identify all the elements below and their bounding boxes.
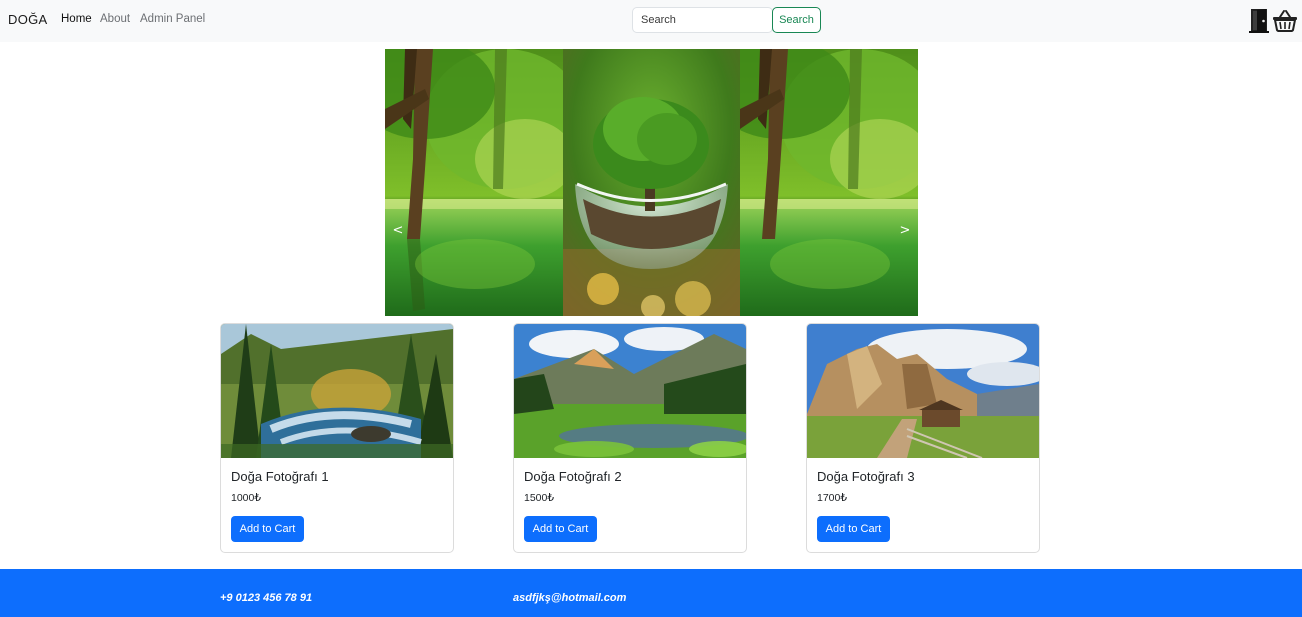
brand-logo[interactable]: DOĞA <box>8 12 47 27</box>
add-to-cart-button[interactable]: Add to Cart <box>231 516 304 542</box>
image-carousel: < > <box>385 49 918 316</box>
product-title: Doğa Fotoğrafı 3 <box>817 469 915 484</box>
add-to-cart-button[interactable]: Add to Cart <box>524 516 597 542</box>
product-card: Doğa Fotoğrafı 3 1700₺ Add to Cart <box>806 323 1040 553</box>
product-image-rocky-mountain-cabin <box>807 324 1039 458</box>
product-image-forest-waterfall <box>221 324 453 458</box>
product-title: Doğa Fotoğrafı 1 <box>231 469 329 484</box>
product-price: 1500₺ <box>524 492 555 504</box>
nav-link-admin-panel[interactable]: Admin Panel <box>140 13 205 25</box>
shopping-basket-icon[interactable] <box>1272 8 1298 34</box>
carousel-slide-tree-sphere <box>563 49 740 316</box>
product-price: 1000₺ <box>231 492 262 504</box>
carousel-next-button[interactable]: > <box>898 220 912 242</box>
footer: +9 0123 456 78 91 asdfjkş@hotmail.com <box>0 569 1302 617</box>
search-button[interactable]: Search <box>772 7 821 33</box>
carousel-slide-forest-lake-right <box>740 49 918 316</box>
navbar: DOĞA Home About Admin Panel Search <box>0 0 1302 42</box>
carousel-slide-forest-lake-left <box>385 49 563 316</box>
footer-phone: +9 0123 456 78 91 <box>220 592 313 604</box>
product-card: Doğa Fotoğrafı 2 1500₺ Add to Cart <box>513 323 747 553</box>
footer-email[interactable]: asdfjkş@hotmail.com <box>513 592 626 604</box>
product-card: Doğa Fotoğrafı 1 1000₺ Add to Cart <box>220 323 454 553</box>
carousel-prev-button[interactable]: < <box>391 220 405 242</box>
product-image-mountain-pond-meadow <box>514 324 746 458</box>
product-title: Doğa Fotoğrafı 2 <box>524 469 622 484</box>
nav-link-home[interactable]: Home <box>61 13 92 25</box>
add-to-cart-button[interactable]: Add to Cart <box>817 516 890 542</box>
nav-link-about[interactable]: About <box>100 13 130 25</box>
door-exit-icon[interactable] <box>1249 8 1273 34</box>
search-input[interactable] <box>632 7 773 33</box>
product-price: 1700₺ <box>817 492 848 504</box>
